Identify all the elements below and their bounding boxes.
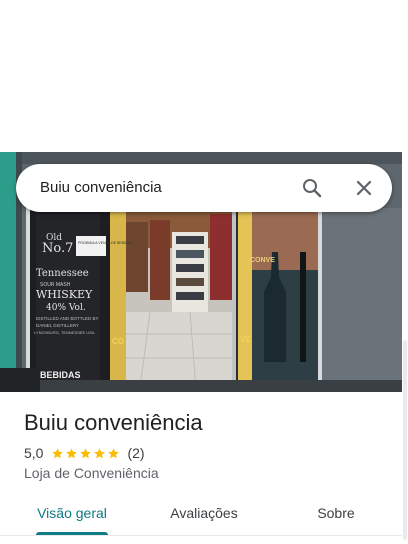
poster-text-lynchburg: LYNCHBURG, TENNESSEE USA bbox=[34, 330, 95, 335]
divider bbox=[0, 535, 402, 536]
search-bar[interactable]: Buiu conveniência bbox=[16, 164, 392, 212]
tab-reviews[interactable]: Avaliações bbox=[156, 502, 252, 528]
scrollbar-thumb[interactable] bbox=[403, 340, 407, 540]
map-blank-area bbox=[0, 0, 408, 152]
poster-text-distilled: DISTILLED AND BOTTLED BY bbox=[36, 316, 99, 321]
mid-panel-text: CO bbox=[112, 337, 124, 346]
review-count[interactable]: (2) bbox=[127, 445, 144, 461]
right-panel-text-top: CONVE bbox=[250, 257, 275, 264]
place-title: Buiu conveniência bbox=[24, 410, 203, 435]
star-icon bbox=[107, 447, 120, 460]
poster-text-no7: No.7 bbox=[42, 241, 73, 256]
star-icon bbox=[51, 447, 64, 460]
poster-text-bebidas: BEBIDAS bbox=[40, 370, 81, 380]
star-icon bbox=[65, 447, 78, 460]
tab-about[interactable]: Sobre bbox=[288, 502, 384, 528]
close-icon[interactable] bbox=[352, 176, 376, 200]
rating-value: 5,0 bbox=[24, 445, 44, 461]
right-panel-text-bottom: VE bbox=[240, 335, 251, 344]
star-icon bbox=[79, 447, 92, 460]
tab-overview[interactable]: Visão geral bbox=[24, 502, 120, 528]
place-category[interactable]: Loja de Conveniência bbox=[24, 464, 159, 482]
rating-stars bbox=[51, 447, 121, 460]
poster-text-tennessee: Tennessee bbox=[36, 268, 89, 279]
poster-text-vol: 40% Vol. bbox=[46, 303, 86, 313]
door-sign-text: PROIBIDA A VENDA DE BEBIDAS bbox=[78, 241, 133, 245]
star-icon bbox=[93, 447, 106, 460]
search-icon[interactable] bbox=[300, 176, 324, 200]
search-input[interactable]: Buiu conveniência bbox=[40, 164, 162, 212]
poster-text-distillery: DANIEL DISTILLERY bbox=[36, 323, 79, 328]
poster-text-whiskey: WHISKEY bbox=[36, 288, 93, 301]
rating-row[interactable]: 5,0 (2) bbox=[24, 444, 145, 462]
